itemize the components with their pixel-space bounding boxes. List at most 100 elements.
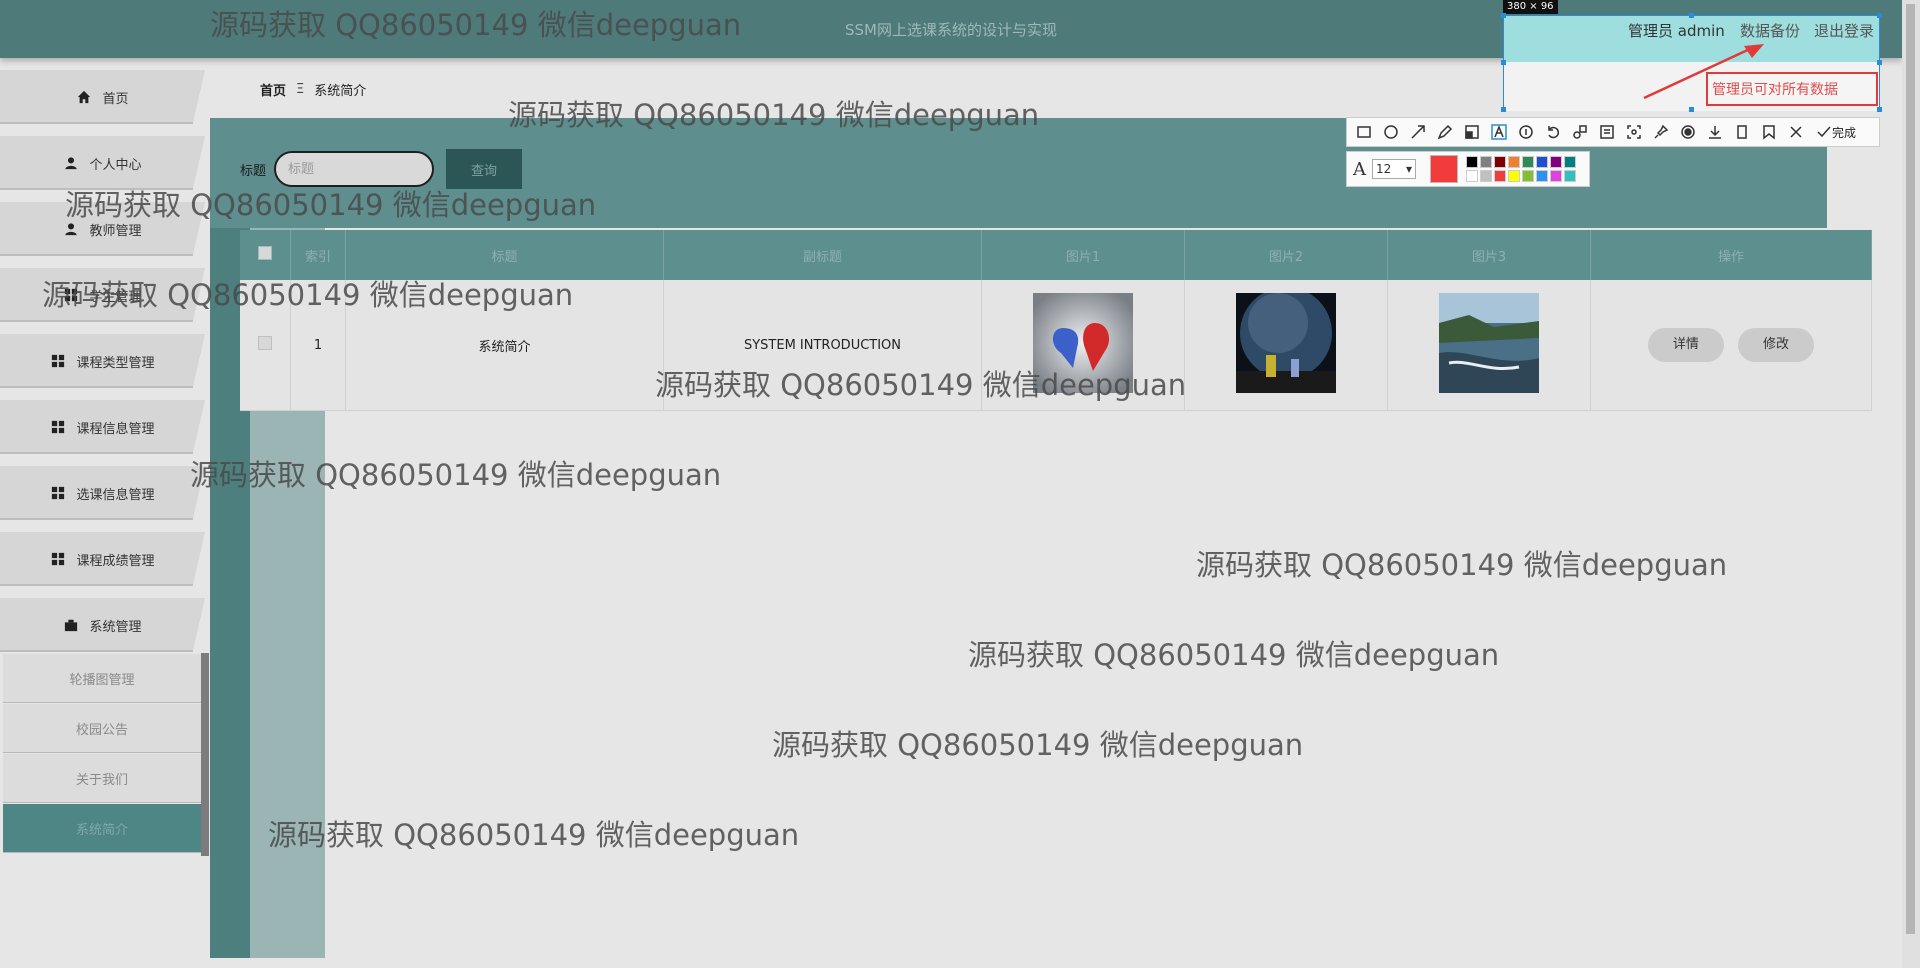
- thumbnail-planet-image: [1236, 293, 1336, 393]
- page-scrollbar-thumb[interactable]: [1906, 4, 1915, 934]
- phone-icon[interactable]: [1731, 121, 1753, 143]
- color-swatch[interactable]: [1522, 156, 1534, 168]
- annotation-text-box[interactable]: 管理员可对所有数据: [1706, 72, 1878, 106]
- breadcrumb-current: 系统简介: [314, 83, 367, 99]
- font-size-select[interactable]: 12 ▾: [1372, 159, 1416, 179]
- image3-cell: [1387, 280, 1591, 411]
- download-icon[interactable]: [1704, 121, 1726, 143]
- column-header: 图片3: [1387, 230, 1591, 280]
- submenu-item-label: 轮播图管理: [69, 672, 135, 688]
- color-swatch[interactable]: [1508, 170, 1520, 182]
- sidebar-item-home[interactable]: 首页: [0, 70, 205, 124]
- ocr-icon[interactable]: [1596, 121, 1618, 143]
- color-swatch[interactable]: [1536, 156, 1548, 168]
- resize-handle[interactable]: [1877, 60, 1882, 65]
- chevron-down-icon: ▾: [1405, 162, 1412, 176]
- arrow-icon[interactable]: [1407, 121, 1429, 143]
- data-backup-link[interactable]: 数据备份: [1740, 20, 1800, 41]
- color-swatch[interactable]: [1522, 170, 1534, 182]
- scan-icon[interactable]: [1623, 121, 1645, 143]
- column-header: 副标题: [663, 230, 982, 280]
- user-icon: [63, 155, 79, 171]
- row-checkbox[interactable]: [258, 336, 272, 350]
- color-swatch[interactable]: [1508, 156, 1520, 168]
- watermark-text: 源码获取 QQ86050149 微信deepguan: [268, 818, 800, 852]
- sidebar-item-label: 课程信息管理: [76, 421, 155, 437]
- pin-icon[interactable]: [1650, 121, 1672, 143]
- color-swatch[interactable]: [1466, 170, 1478, 182]
- breadcrumb-home[interactable]: 首页: [260, 80, 286, 99]
- sidebar-item-course-types[interactable]: 课程类型管理: [0, 334, 205, 388]
- color-swatch[interactable]: [1536, 170, 1548, 182]
- sidebar-item-label: 首页: [102, 91, 129, 107]
- mosaic-icon[interactable]: [1461, 121, 1483, 143]
- sidebar-item-grades[interactable]: 课程成绩管理: [0, 532, 205, 586]
- submenu-item-intro[interactable]: 系统简介: [3, 804, 201, 853]
- bookmark-icon[interactable]: [1758, 121, 1780, 143]
- color-swatch[interactable]: [1480, 156, 1492, 168]
- submenu-item-label: 系统简介: [75, 822, 128, 838]
- watermark-text: 源码获取 QQ86050149 微信deepguan: [1196, 548, 1728, 582]
- undo-icon[interactable]: [1542, 121, 1564, 143]
- sidebar-item-selection[interactable]: 选课信息管理: [0, 466, 205, 520]
- breadcrumb-separator: Ξ: [296, 81, 305, 97]
- thumbnail-coast-image: [1439, 293, 1539, 393]
- submenu-item-carousel[interactable]: 轮播图管理: [3, 654, 201, 703]
- resize-handle[interactable]: [1689, 107, 1694, 112]
- text-style-toolbar: A 12 ▾: [1346, 151, 1590, 187]
- screenshot-toolbar: 完成: [1346, 117, 1880, 147]
- font-icon: A: [1353, 158, 1366, 180]
- record-icon[interactable]: [1677, 121, 1699, 143]
- color-swatch[interactable]: [1564, 170, 1576, 182]
- select-all-checkbox[interactable]: [258, 246, 272, 260]
- rectangle-icon[interactable]: [1353, 121, 1375, 143]
- briefcase-icon: [63, 617, 79, 633]
- sidebar-item-label: 选课信息管理: [76, 487, 155, 503]
- font-size-value: 12: [1376, 162, 1392, 176]
- watermark-text: 源码获取 QQ86050149 微信deepguan: [42, 278, 574, 312]
- close-icon[interactable]: [1785, 121, 1807, 143]
- sidebar-item-label: 系统管理: [89, 619, 142, 635]
- color-swatch[interactable]: [1466, 156, 1478, 168]
- text-icon[interactable]: [1488, 121, 1510, 143]
- watermark-text: 源码获取 QQ86050149 微信deepguan: [65, 188, 597, 222]
- resize-handle[interactable]: [1877, 13, 1882, 18]
- color-swatch[interactable]: [1564, 156, 1576, 168]
- sidebar-item-system[interactable]: 系统管理: [0, 598, 205, 652]
- column-header: 图片2: [1184, 230, 1388, 280]
- detail-button[interactable]: 详情: [1647, 328, 1724, 362]
- color-swatch[interactable]: [1494, 170, 1506, 182]
- color-swatch[interactable]: [1494, 156, 1506, 168]
- image2-cell: [1184, 280, 1388, 411]
- current-color-swatch[interactable]: [1430, 155, 1458, 183]
- submenu-item-about[interactable]: 关于我们: [3, 754, 201, 803]
- logout-link[interactable]: 退出登录: [1814, 20, 1874, 41]
- submenu-item-label: 校园公告: [75, 722, 128, 738]
- sidebar-item-label: 课程类型管理: [76, 355, 155, 371]
- submenu-item-announcements[interactable]: 校园公告: [3, 704, 201, 753]
- watermark-text: 源码获取 QQ86050149 微信deepguan: [968, 638, 1500, 672]
- grid-icon: [50, 485, 66, 501]
- pencil-icon[interactable]: [1434, 121, 1456, 143]
- resize-handle[interactable]: [1501, 13, 1506, 18]
- color-swatch[interactable]: [1550, 170, 1562, 182]
- grid-icon: [50, 419, 66, 435]
- sidebar-item-course-info[interactable]: 课程信息管理: [0, 400, 205, 454]
- color-swatch[interactable]: [1550, 156, 1562, 168]
- resize-handle[interactable]: [1689, 13, 1694, 18]
- grid-icon: [50, 353, 66, 369]
- edit-button[interactable]: 修改: [1738, 328, 1815, 362]
- number-marker-icon[interactable]: [1515, 121, 1537, 143]
- ellipse-icon[interactable]: [1380, 121, 1402, 143]
- current-user-label: 管理员 admin: [1628, 22, 1725, 40]
- selection-size-label: 380 × 96: [1503, 0, 1558, 14]
- resize-handle[interactable]: [1501, 107, 1506, 112]
- submenu-scrollbar[interactable]: [201, 653, 209, 856]
- done-button[interactable]: 完成: [1816, 124, 1856, 141]
- color-swatch[interactable]: [1480, 170, 1492, 182]
- shapes-icon[interactable]: [1569, 121, 1591, 143]
- column-header: 操作: [1590, 230, 1872, 280]
- column-header: 图片1: [981, 230, 1185, 280]
- resize-handle[interactable]: [1501, 60, 1506, 65]
- resize-handle[interactable]: [1877, 107, 1882, 112]
